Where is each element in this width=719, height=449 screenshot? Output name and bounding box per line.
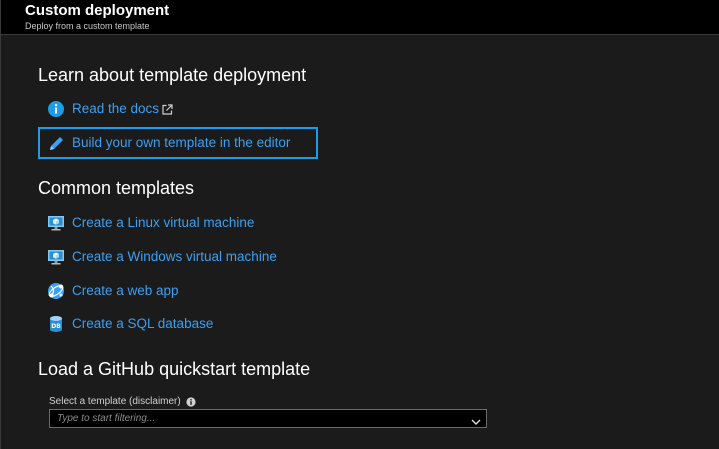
template-filter-placeholder: Type to start filtering... bbox=[57, 413, 156, 424]
info-icon bbox=[47, 100, 65, 118]
select-template-label: Select a template (disclaimer) bbox=[49, 396, 196, 408]
pencil-icon bbox=[47, 134, 65, 152]
custom-deployment-blade: Custom deployment Deploy from a custom t… bbox=[0, 0, 719, 449]
create-web-app-link[interactable]: Create a web app bbox=[47, 280, 179, 302]
read-docs-link[interactable]: Read the docs bbox=[47, 98, 173, 120]
web-app-icon bbox=[47, 282, 65, 300]
read-docs-label: Read the docs bbox=[72, 101, 160, 116]
vm-icon bbox=[47, 248, 65, 266]
blade-subtitle: Deploy from a custom template bbox=[25, 21, 150, 31]
create-sql-database-label: Create a SQL database bbox=[72, 316, 214, 331]
create-windows-vm-label: Create a Windows virtual machine bbox=[72, 249, 277, 264]
create-linux-vm-label: Create a Linux virtual machine bbox=[72, 215, 255, 230]
create-linux-vm-link[interactable]: Create a Linux virtual machine bbox=[47, 212, 254, 234]
info-icon[interactable] bbox=[186, 397, 196, 407]
learn-heading: Learn about template deployment bbox=[38, 65, 307, 85]
external-link-icon bbox=[162, 103, 173, 115]
sql-database-icon: DB bbox=[47, 315, 65, 333]
chevron-down-icon[interactable] bbox=[471, 414, 481, 425]
common-templates-heading: Common templates bbox=[38, 178, 195, 198]
create-web-app-label: Create a web app bbox=[72, 283, 179, 298]
create-sql-database-link[interactable]: DB Create a SQL database bbox=[47, 313, 213, 335]
build-editor-link[interactable]: Build your own template in the editor bbox=[47, 132, 290, 154]
template-filter-combobox[interactable]: Type to start filtering... bbox=[49, 409, 487, 428]
github-quickstart-heading: Load a GitHub quickstart template bbox=[38, 359, 311, 379]
blade-title: Custom deployment bbox=[25, 2, 170, 19]
create-windows-vm-link[interactable]: Create a Windows virtual machine bbox=[47, 246, 277, 268]
blade-header: Custom deployment Deploy from a custom t… bbox=[1, 0, 719, 35]
svg-text:DB: DB bbox=[51, 323, 61, 330]
build-editor-label: Build your own template in the editor bbox=[72, 135, 291, 150]
vm-icon bbox=[47, 214, 65, 232]
select-template-label-text: Select a template (disclaimer) bbox=[49, 396, 181, 407]
